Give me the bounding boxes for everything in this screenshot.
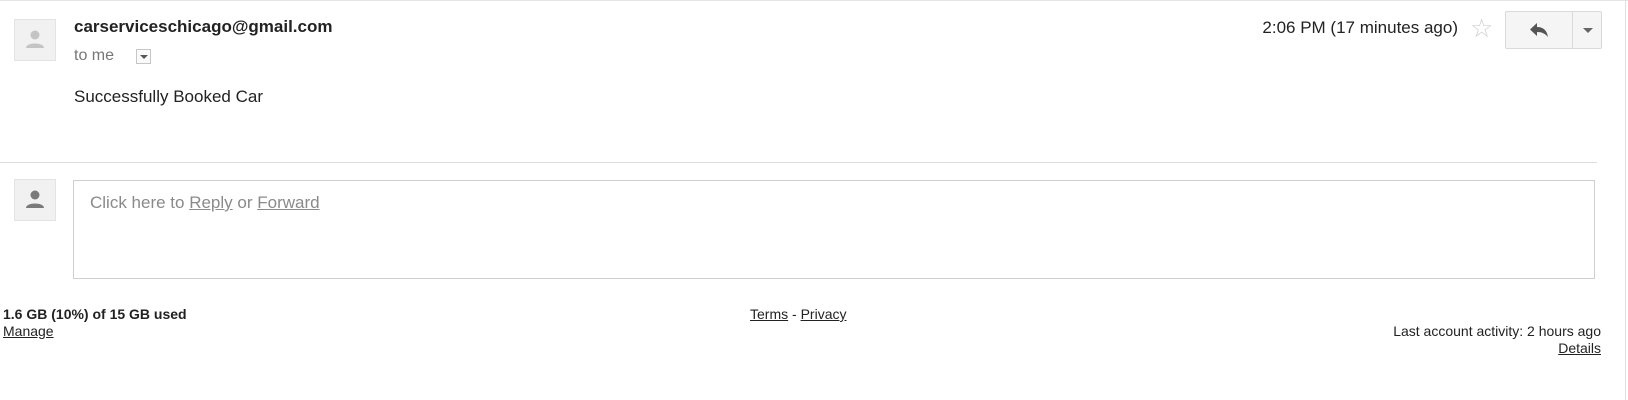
more-actions-button[interactable]: [1572, 11, 1602, 49]
reply-prompt-prefix: Click here to: [90, 193, 190, 212]
legal-separator: -: [788, 306, 801, 322]
person-icon: [26, 190, 44, 208]
reply-arrow-icon: [1530, 23, 1548, 37]
sender-avatar: [14, 19, 56, 61]
recipient-line: to me: [74, 47, 115, 64]
storage-usage: 1.6 GB (10%) of 15 GB used: [3, 306, 187, 322]
message-divider: [0, 162, 1597, 163]
last-account-activity: Last account activity: 2 hours ago: [1393, 323, 1601, 339]
activity-details-link[interactable]: Details: [1558, 340, 1601, 356]
show-details-button[interactable]: [136, 49, 151, 64]
top-divider: [0, 0, 1628, 1]
scrollbar-track[interactable]: [1625, 0, 1626, 400]
reply-link[interactable]: Reply: [189, 193, 232, 212]
reply-button[interactable]: [1505, 11, 1573, 49]
person-icon: [26, 30, 44, 48]
reply-prompt: Click here to Reply or Forward: [90, 193, 320, 213]
forward-link[interactable]: Forward: [257, 193, 319, 212]
terms-link[interactable]: Terms: [750, 306, 788, 322]
manage-storage-link[interactable]: Manage: [3, 323, 54, 339]
message-timestamp: 2:06 PM (17 minutes ago): [1262, 18, 1458, 37]
privacy-link[interactable]: Privacy: [801, 306, 847, 322]
reply-box[interactable]: Click here to Reply or Forward: [73, 180, 1595, 279]
reply-prompt-or: or: [232, 193, 258, 212]
message-body: Successfully Booked Car: [74, 87, 263, 106]
email-view: carserviceschicago@gmail.com to me 2:06 …: [0, 0, 1628, 400]
sender-email[interactable]: carserviceschicago@gmail.com: [74, 17, 333, 37]
reply-avatar: [14, 179, 56, 221]
star-icon[interactable]: ☆: [1470, 15, 1493, 41]
legal-links: Terms - Privacy: [750, 306, 846, 322]
